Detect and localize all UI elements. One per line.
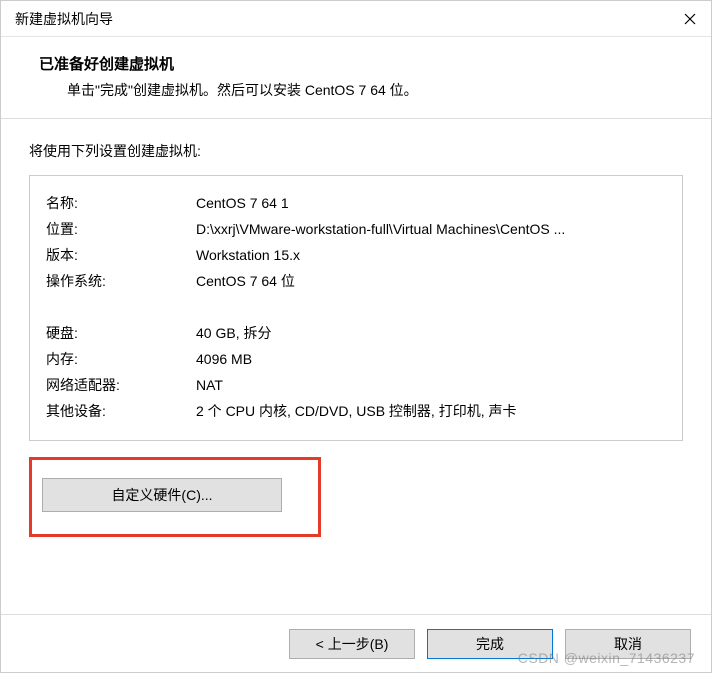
setting-key: 名称: xyxy=(46,190,196,216)
setting-key: 操作系统: xyxy=(46,268,196,294)
setting-value: CentOS 7 64 1 xyxy=(196,190,666,216)
back-button[interactable]: < 上一步(B) xyxy=(289,629,415,659)
setting-value: NAT xyxy=(196,372,666,398)
setting-value: CentOS 7 64 位 xyxy=(196,268,666,294)
page-subtitle: 单击"完成"创建虚拟机。然后可以安装 CentOS 7 64 位。 xyxy=(39,80,683,100)
table-row: 操作系统: CentOS 7 64 位 xyxy=(46,268,666,294)
setting-key: 版本: xyxy=(46,242,196,268)
highlight-box: 自定义硬件(C)... xyxy=(29,457,321,537)
wizard-footer: < 上一步(B) 完成 取消 xyxy=(1,614,711,672)
setting-key: 网络适配器: xyxy=(46,372,196,398)
setting-key: 其他设备: xyxy=(46,398,196,424)
window-title: 新建虚拟机向导 xyxy=(15,9,113,29)
table-row: 位置: D:\xxrj\VMware-workstation-full\Virt… xyxy=(46,216,666,242)
table-row: 名称: CentOS 7 64 1 xyxy=(46,190,666,216)
wizard-header: 已准备好创建虚拟机 单击"完成"创建虚拟机。然后可以安装 CentOS 7 64… xyxy=(1,37,711,119)
cancel-button[interactable]: 取消 xyxy=(565,629,691,659)
customize-hardware-button[interactable]: 自定义硬件(C)... xyxy=(42,478,282,512)
table-row: 内存: 4096 MB xyxy=(46,346,666,372)
settings-summary-box: 名称: CentOS 7 64 1 位置: D:\xxrj\VMware-wor… xyxy=(29,175,683,441)
table-row: 网络适配器: NAT xyxy=(46,372,666,398)
table-row: 其他设备: 2 个 CPU 内核, CD/DVD, USB 控制器, 打印机, … xyxy=(46,398,666,424)
setting-key: 位置: xyxy=(46,216,196,242)
setting-value: 40 GB, 拆分 xyxy=(196,320,666,346)
finish-button[interactable]: 完成 xyxy=(427,629,553,659)
setting-value: 4096 MB xyxy=(196,346,666,372)
setting-value: 2 个 CPU 内核, CD/DVD, USB 控制器, 打印机, 声卡 xyxy=(196,398,666,424)
setting-key: 硬盘: xyxy=(46,320,196,346)
close-icon[interactable] xyxy=(683,12,697,26)
table-row: 版本: Workstation 15.x xyxy=(46,242,666,268)
settings-intro: 将使用下列设置创建虚拟机: xyxy=(29,141,683,161)
setting-key: 内存: xyxy=(46,346,196,372)
table-row: 硬盘: 40 GB, 拆分 xyxy=(46,320,666,346)
content-area: 将使用下列设置创建虚拟机: 名称: CentOS 7 64 1 位置: D:\x… xyxy=(1,119,711,547)
page-title: 已准备好创建虚拟机 xyxy=(39,53,683,74)
setting-value: D:\xxrj\VMware-workstation-full\Virtual … xyxy=(196,216,666,242)
titlebar: 新建虚拟机向导 xyxy=(1,1,711,37)
setting-value: Workstation 15.x xyxy=(196,242,666,268)
